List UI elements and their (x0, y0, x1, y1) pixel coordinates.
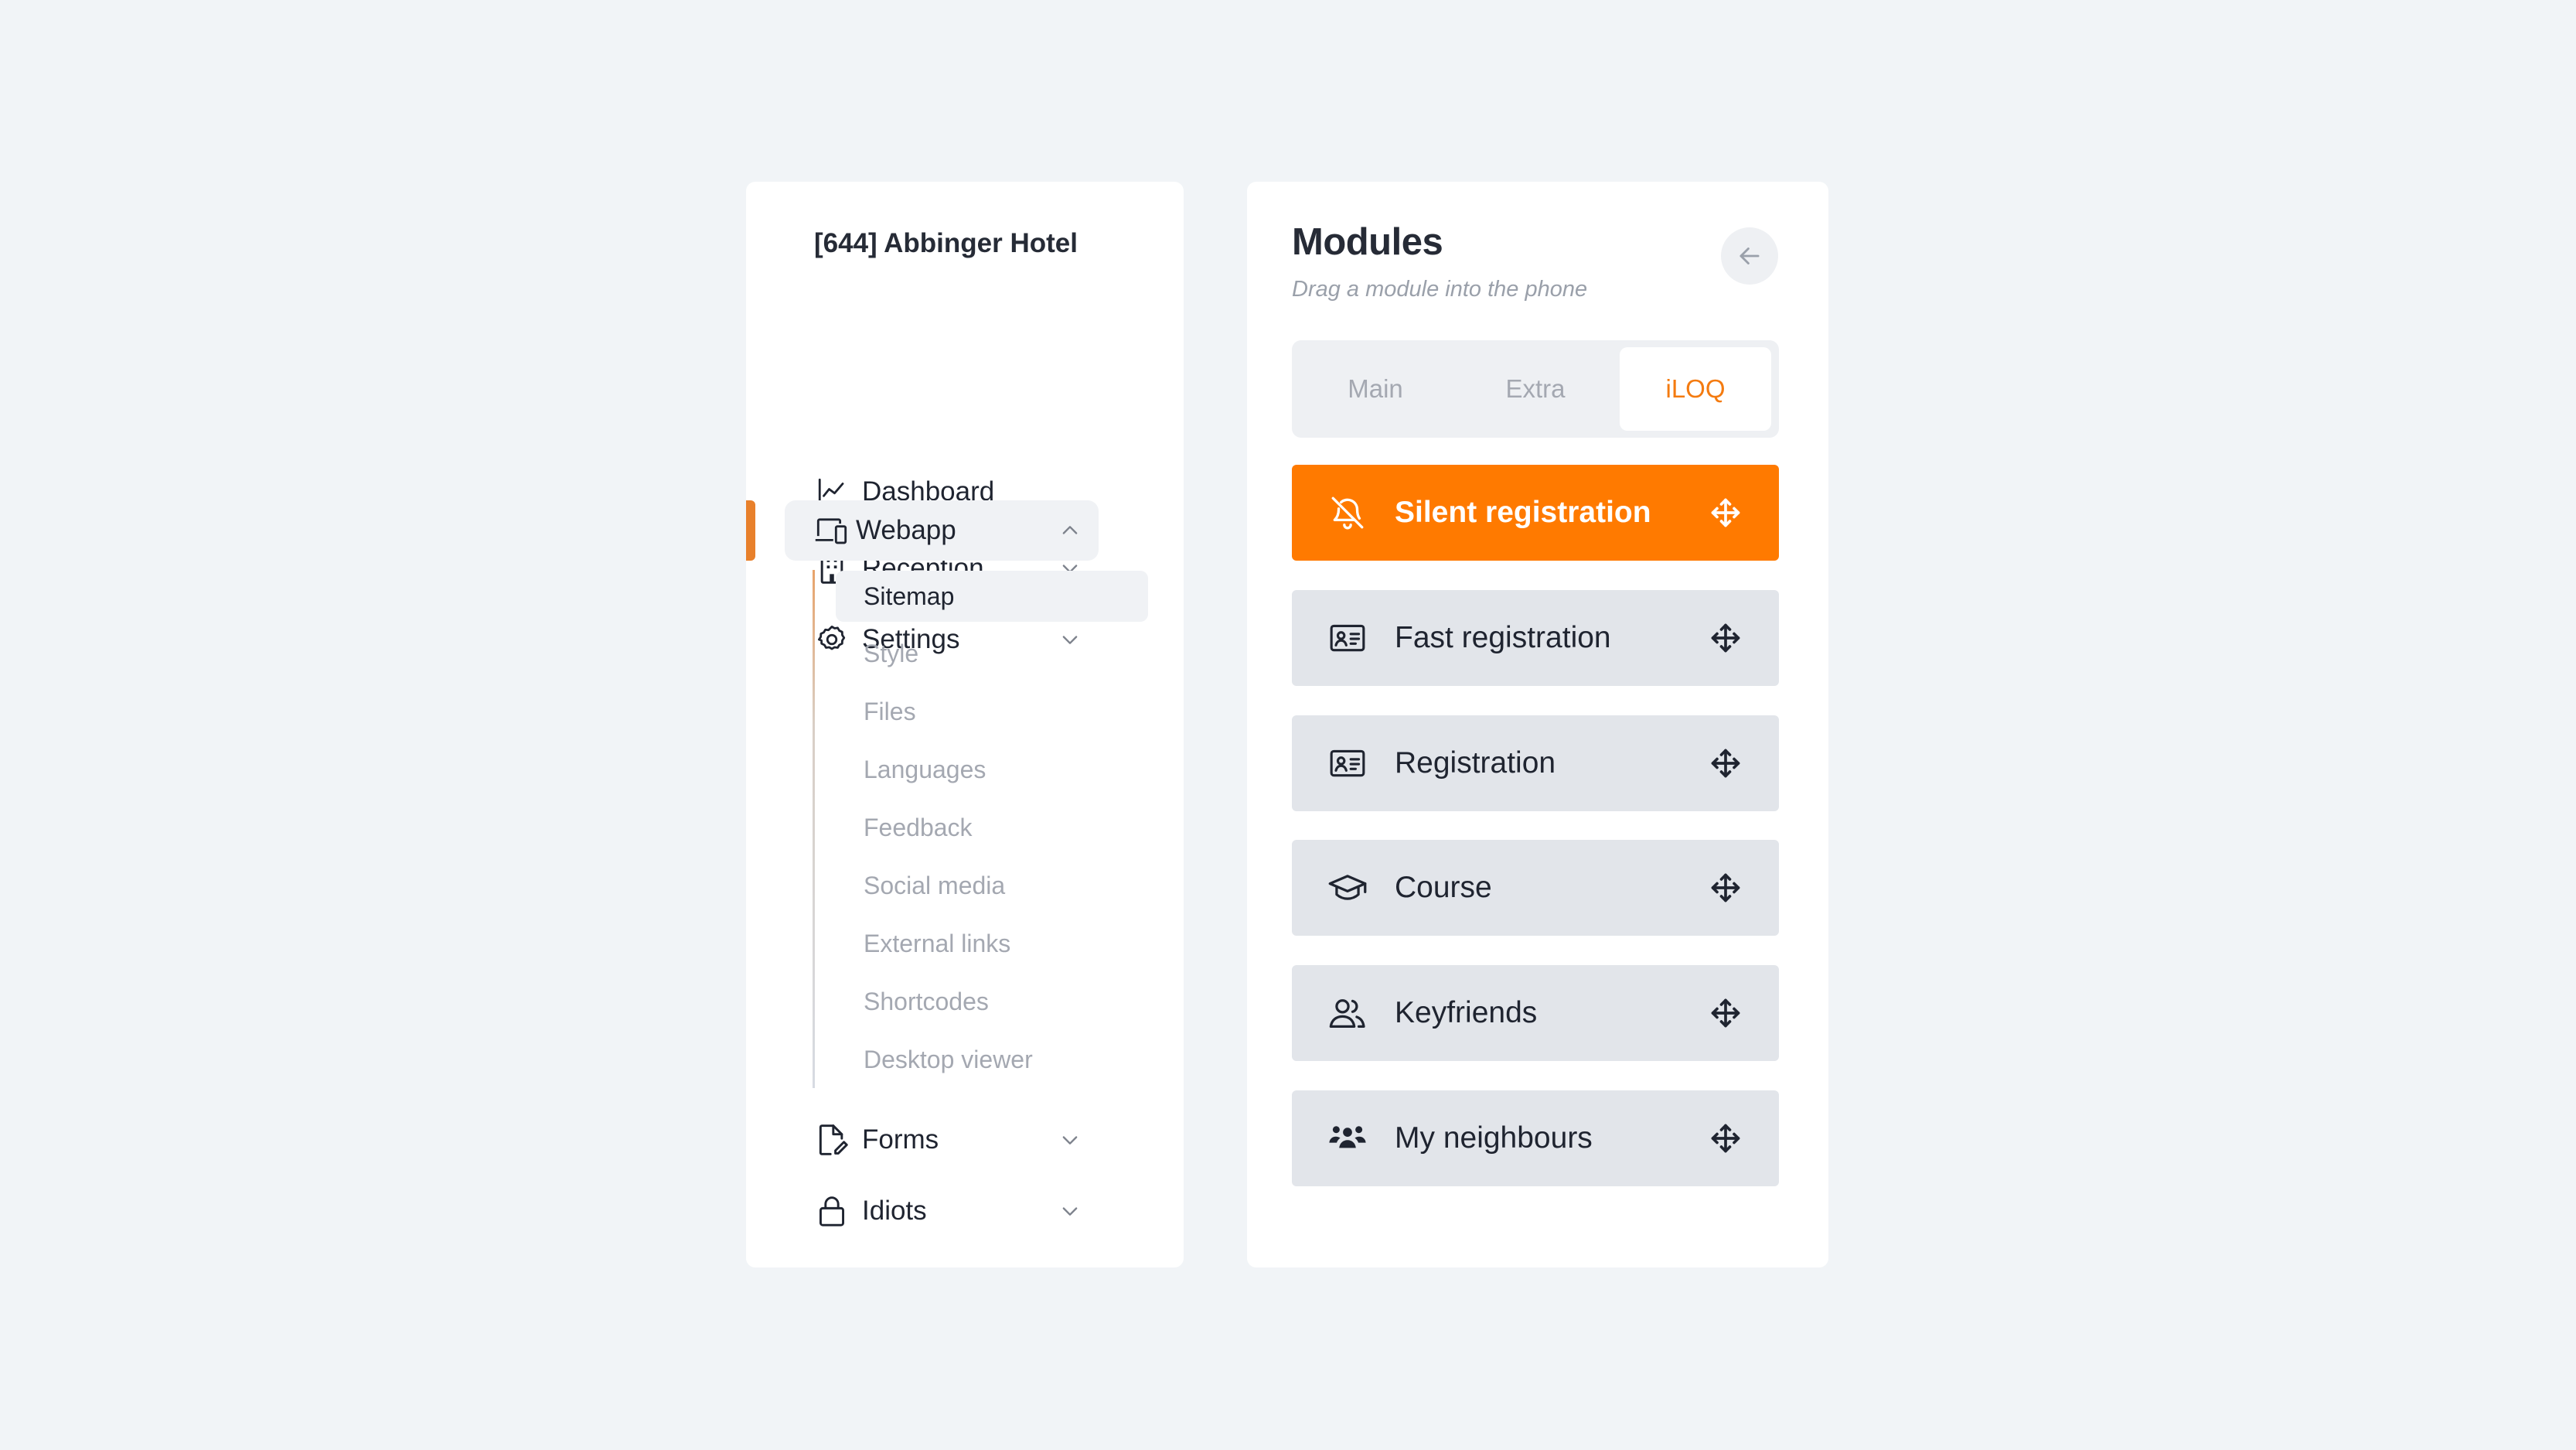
modules-panel: Modules Drag a module into the phone Mai… (1247, 182, 1828, 1267)
module-keyfriends[interactable]: Keyfriends (1292, 965, 1779, 1061)
sidebar: [644] Abbinger Hotel Dashboard Reception (746, 182, 1184, 1267)
submenu-item-shortcodes[interactable]: Shortcodes (836, 976, 1148, 1027)
group-icon (1326, 1117, 1369, 1160)
submenu-item-sitemap[interactable]: Sitemap (836, 571, 1148, 622)
back-button[interactable] (1721, 227, 1778, 285)
module-label: Keyfriends (1395, 996, 1538, 1029)
users-icon (1326, 991, 1369, 1035)
submenu-item-desktop-viewer[interactable]: Desktop viewer (836, 1034, 1148, 1085)
arrow-left-icon (1735, 241, 1764, 271)
submenu-line (813, 570, 815, 1088)
module-my-neighbours[interactable]: My neighbours (1292, 1090, 1779, 1186)
bell-off-icon (1326, 491, 1369, 534)
submenu-item-feedback[interactable]: Feedback (836, 802, 1148, 853)
chevron-down-icon[interactable] (1057, 1198, 1083, 1224)
sidebar-item-label: Idiots (862, 1196, 927, 1226)
module-silent-registration[interactable]: Silent registration (1292, 465, 1779, 561)
active-indicator (746, 500, 755, 561)
lock-icon (814, 1193, 850, 1229)
module-tabs: Main Extra iLOQ (1292, 340, 1779, 438)
tab-extra[interactable]: Extra (1460, 347, 1611, 431)
file-edit-icon (814, 1122, 850, 1158)
id-card-icon (1326, 616, 1369, 660)
tab-main[interactable]: Main (1300, 347, 1451, 431)
sidebar-item-label: Webapp (856, 515, 956, 545)
submenu-item-files[interactable]: Files (836, 686, 1148, 737)
hotel-title: [644] Abbinger Hotel (814, 228, 1078, 258)
tab-iloq[interactable]: iLOQ (1620, 347, 1771, 431)
chevron-down-icon[interactable] (1057, 1127, 1083, 1153)
module-label: Silent registration (1395, 496, 1651, 529)
module-label: Fast registration (1395, 621, 1611, 654)
move-arrows-icon[interactable] (1707, 995, 1744, 1032)
module-label: My neighbours (1395, 1121, 1593, 1155)
sidebar-item-forms[interactable]: Forms (785, 1110, 1099, 1170)
modules-subtitle: Drag a module into the phone (1292, 277, 1588, 302)
sidebar-item-webapp[interactable]: Webapp (785, 500, 1099, 561)
move-arrows-icon[interactable] (1707, 494, 1744, 531)
module-course[interactable]: Course (1292, 840, 1779, 936)
submenu-item-style[interactable]: Style (836, 628, 1148, 679)
module-label: Registration (1395, 746, 1556, 780)
devices-icon (814, 513, 850, 548)
module-fast-registration[interactable]: Fast registration (1292, 590, 1779, 686)
chevron-up-icon[interactable] (1057, 517, 1083, 544)
submenu-item-languages[interactable]: Languages (836, 744, 1148, 795)
submenu-item-social-media[interactable]: Social media (836, 860, 1148, 911)
move-arrows-icon[interactable] (1707, 1120, 1744, 1157)
graduation-cap-icon (1326, 866, 1369, 909)
id-card-icon (1326, 742, 1369, 785)
sidebar-item-idiots[interactable]: Idiots (785, 1181, 1099, 1241)
move-arrows-icon[interactable] (1707, 619, 1744, 657)
sidebar-item-label: Forms (862, 1124, 939, 1155)
submenu-item-external-links[interactable]: External links (836, 918, 1148, 969)
module-label: Course (1395, 871, 1492, 904)
move-arrows-icon[interactable] (1707, 745, 1744, 782)
modules-title: Modules (1292, 221, 1443, 263)
module-registration[interactable]: Registration (1292, 715, 1779, 811)
move-arrows-icon[interactable] (1707, 869, 1744, 906)
